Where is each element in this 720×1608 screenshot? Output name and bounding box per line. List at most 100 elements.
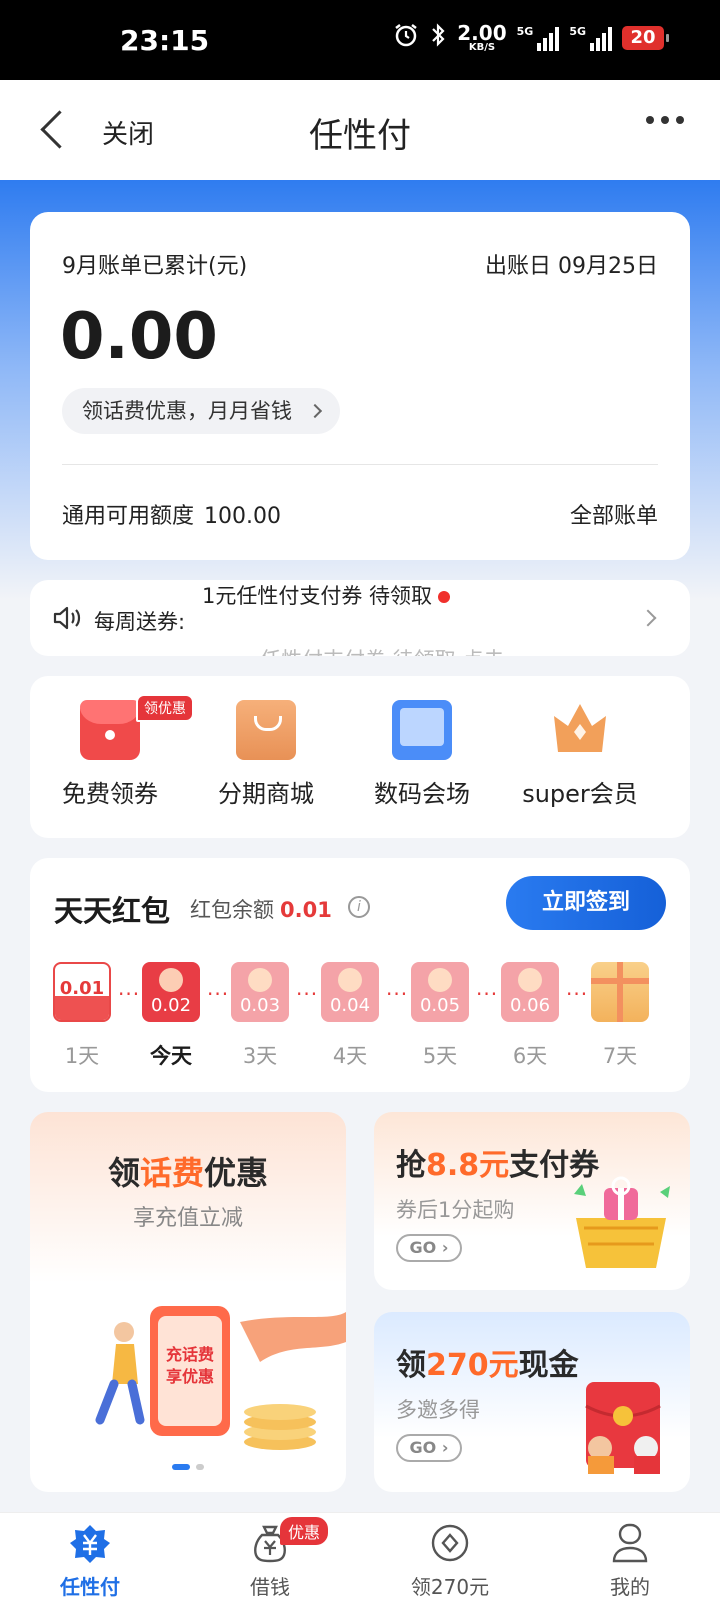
red-packet-icon: 0.06 (501, 962, 559, 1022)
promo-title-pre: 领 (396, 1348, 426, 1383)
progress-dots: ··· (386, 982, 409, 1006)
bill-due-date: 出账日 09月25日 (485, 254, 658, 279)
day-label: 今天 (150, 1044, 192, 1068)
checkin-day[interactable]: 7天 (590, 962, 650, 1070)
weekly-coupon-bar[interactable]: 每周送券: 1元任性付支付券 待领取 任性付支付券 待领取 点击 (30, 580, 690, 656)
page-title: 任性付 (309, 116, 411, 156)
promo-subtitle: 券后1分起购 (396, 1198, 515, 1222)
promo-title-post: 优惠 (204, 1154, 269, 1192)
go-button[interactable]: GO › (396, 1234, 462, 1262)
progress-dots: ··· (296, 982, 319, 1006)
red-packet-icon: 0.01 (53, 962, 111, 1022)
checkin-day[interactable]: 0.03 3天 (230, 962, 290, 1070)
checkin-day[interactable]: 0.02 今天 (141, 962, 201, 1070)
tab-claim-270[interactable]: 领270元 (360, 1523, 540, 1600)
phone-recharge-illustration: 充话费 享优惠 (95, 1306, 346, 1450)
divider (62, 464, 658, 465)
status-icons: 2.00 KB/S 5G 5G 20 (393, 22, 669, 53)
red-packet-value: 0.03 (239, 995, 281, 1016)
red-packet-value: 0.01 (59, 978, 105, 999)
red-envelope-illustration (585, 1382, 661, 1474)
status-bar: 23:15 2.00 KB/S 5G 5G 20 (0, 0, 720, 80)
tab-renxingfu[interactable]: 任性付 (0, 1523, 180, 1600)
progress-dots: ··· (476, 982, 499, 1006)
renxingfu-icon (70, 1523, 110, 1563)
signal-2-icon: 5G (569, 25, 612, 51)
battery-icon: 20 (622, 25, 669, 50)
checkin-day[interactable]: 0.05 5天 (410, 962, 470, 1070)
crown-icon (550, 700, 610, 760)
speaker-icon (52, 604, 82, 632)
promo-pill-label: 领话费优惠，月月省钱 (82, 399, 292, 423)
coupon-icon: 领优惠 (80, 694, 194, 760)
day-label: 5天 (422, 1044, 458, 1068)
red-packet-value: 0.02 (150, 995, 192, 1016)
go-button[interactable]: GO › (396, 1434, 462, 1462)
tab-label: 借钱 (250, 1575, 290, 1599)
promo-title-pre: 领 (107, 1154, 140, 1192)
day-label: 3天 (242, 1044, 278, 1068)
entry-super-member[interactable]: super会员 (500, 700, 660, 809)
day-label: 6天 (512, 1044, 548, 1068)
day-label: 1天 (64, 1044, 100, 1068)
promo-subtitle: 多邀多得 (396, 1398, 480, 1422)
unread-dot (438, 591, 451, 603)
checkin-day[interactable]: 0.04 4天 (320, 962, 380, 1070)
art-text-1: 充话费 (166, 1345, 214, 1364)
entry-free-coupon[interactable]: 领优惠 免费领券 (30, 694, 194, 809)
checkin-day[interactable]: 0.06 6天 (500, 962, 560, 1070)
chevron-right-icon (639, 609, 657, 627)
bill-label: 9月账单已累计(元) (62, 254, 248, 279)
network-speed: 2.00 KB/S (457, 23, 506, 53)
chevron-right-icon (307, 403, 323, 419)
gift-box-icon (591, 962, 649, 1022)
red-packet-icon: 0.04 (321, 962, 379, 1022)
tab-mine[interactable]: 我的 (540, 1523, 720, 1600)
red-packet-icon: 0.02 (142, 962, 200, 1022)
signal-1-icon: 5G (517, 25, 560, 51)
bill-amount[interactable]: 0.00 (60, 300, 218, 374)
signal-2-label: 5G (569, 24, 586, 38)
entry-label: super会员 (522, 780, 638, 808)
entry-installment-mall[interactable]: 分期商城 (186, 700, 346, 809)
alarm-icon (393, 22, 419, 53)
status-time: 23:15 (120, 24, 210, 57)
gift-basket-illustration (574, 1176, 670, 1268)
weekly-label: 每周送券: (94, 610, 186, 634)
all-bills-link[interactable]: 全部账单 (570, 498, 658, 530)
shopping-bag-icon (236, 700, 296, 760)
entry-label: 免费领券 (62, 780, 158, 808)
user-icon (610, 1523, 650, 1563)
bill-card: 9月账单已累计(元) 出账日 09月25日 0.00 领话费优惠，月月省钱 通用… (30, 212, 690, 560)
promo-title: 领话费优惠 (30, 1148, 346, 1194)
carousel-indicator (30, 1455, 346, 1474)
bottom-tab-bar: 任性付 优惠 借钱 领270元 我的 (0, 1512, 720, 1608)
tab-borrow[interactable]: 优惠 借钱 (180, 1517, 360, 1600)
weekly-notice: 1元任性付支付券 待领取 (202, 580, 451, 610)
promo-subtitle: 享充值立减 (132, 1206, 243, 1231)
entry-digital-venue[interactable]: 数码会场 (342, 700, 502, 809)
nav-bar: 关闭 任性付 (0, 80, 720, 180)
checkin-day[interactable]: 0.01 1天 (52, 962, 112, 1070)
payment-coupon-promo-card[interactable]: 抢8.8元支付券 券后1分起购 GO › (374, 1112, 690, 1290)
phone-fee-promo-pill[interactable]: 领话费优惠，月月省钱 (62, 388, 340, 434)
signal-1-label: 5G (516, 24, 534, 38)
red-packet-icon: 0.05 (411, 962, 469, 1022)
promo-title-highlight: 270元 (426, 1348, 519, 1383)
checkin-button[interactable]: 立即签到 (506, 876, 666, 930)
red-packet-value: 0.06 (509, 995, 551, 1016)
red-packet-value: 0.05 (419, 995, 461, 1016)
info-icon[interactable]: i (348, 896, 370, 918)
go-label: GO (409, 1238, 437, 1257)
phone-fee-promo-card[interactable]: 领话费优惠 享充值立减 充话费 享优惠 (30, 1112, 346, 1492)
promo-title-pre: 抢 (396, 1148, 426, 1183)
more-options-icon[interactable] (646, 116, 684, 124)
weekly-notice-text: 1元任性付支付券 待领取 (202, 584, 433, 608)
progress-dots: ··· (566, 982, 589, 1006)
promo-title-highlight: 话费 (139, 1154, 204, 1192)
entry-label: 分期商城 (218, 780, 314, 808)
red-packet-balance: 红包余额 0.01 (190, 894, 332, 924)
coin-icon (430, 1523, 470, 1563)
cash-reward-promo-card[interactable]: 领270元现金 多邀多得 GO › (374, 1312, 690, 1492)
daily-red-packet-card: 天天红包 红包余额 0.01 i 立即签到 0.01 1天 ··· 0.02 今天… (30, 858, 690, 1092)
